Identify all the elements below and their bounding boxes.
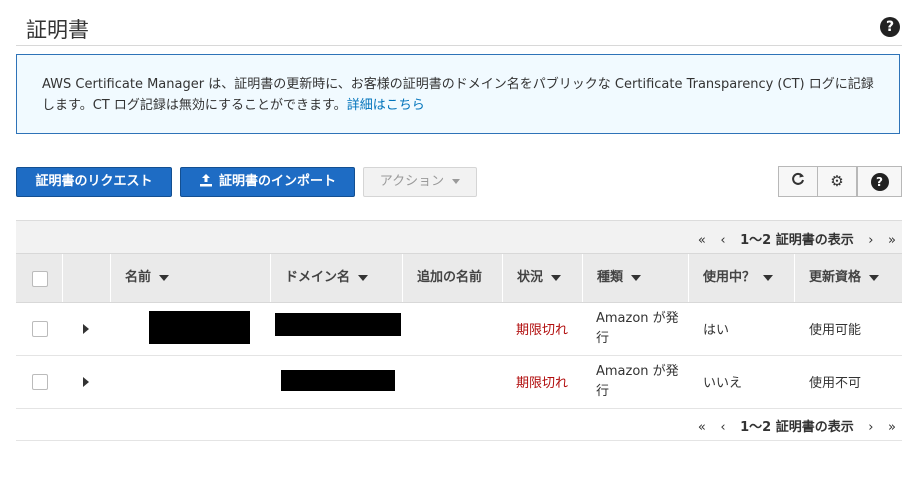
info-text: AWS Certificate Manager は、証明書の更新時に、お客様の証… bbox=[42, 77, 874, 113]
settings-button[interactable]: ⚙ bbox=[817, 166, 857, 197]
first-page-link[interactable]: « bbox=[698, 420, 706, 435]
redacted-domain bbox=[281, 370, 395, 391]
sort-caret-icon bbox=[159, 274, 170, 281]
table-bottom-divider bbox=[16, 440, 902, 441]
column-name[interactable]: 名前 bbox=[110, 254, 270, 302]
table-row[interactable]: 期限切れ Amazon が発行 いいえ 使用不可 bbox=[16, 355, 902, 409]
in-use-label: はい bbox=[703, 323, 730, 338]
expand-column bbox=[62, 254, 110, 302]
info-banner: AWS Certificate Manager は、証明書の更新時に、お客様の証… bbox=[16, 54, 900, 134]
import-certificate-label: 証明書のインポート bbox=[218, 174, 336, 189]
row-checkbox[interactable] bbox=[32, 374, 48, 390]
sort-caret-icon bbox=[358, 274, 369, 281]
redacted-domain bbox=[275, 313, 401, 336]
first-page-link[interactable]: « bbox=[698, 233, 706, 248]
column-in-use[interactable]: 使用中？ bbox=[688, 254, 794, 302]
sort-caret-icon bbox=[551, 274, 562, 281]
gear-icon: ⚙ bbox=[830, 172, 844, 190]
type-label: Amazon が発行 bbox=[596, 311, 679, 346]
table-header: 名前 ドメイン名 追加の名前 状況 種類 使用中？ 更新資格 bbox=[16, 253, 902, 303]
sort-caret-icon bbox=[631, 274, 642, 281]
refresh-button[interactable] bbox=[778, 166, 818, 197]
column-type[interactable]: 種類 bbox=[582, 254, 688, 302]
status-label: 期限切れ bbox=[516, 323, 569, 338]
help-icon[interactable]: ? bbox=[880, 17, 900, 37]
request-certificate-label: 証明書のリクエスト bbox=[35, 174, 153, 189]
redacted-name bbox=[149, 311, 250, 344]
column-status[interactable]: 状況 bbox=[502, 254, 582, 302]
status-label: 期限切れ bbox=[516, 376, 569, 391]
renewal-label: 使用不可 bbox=[809, 376, 862, 391]
prev-page-link[interactable]: ‹ bbox=[720, 420, 725, 435]
row-checkbox[interactable] bbox=[32, 321, 48, 337]
title-divider bbox=[16, 45, 902, 46]
column-domain[interactable]: ドメイン名 bbox=[270, 254, 402, 302]
select-all-checkbox[interactable] bbox=[32, 271, 48, 287]
learn-more-link[interactable]: 詳細はこちら bbox=[347, 98, 425, 113]
page-range-label: 1〜2 証明書の表示 bbox=[740, 420, 854, 435]
in-use-label: いいえ bbox=[703, 376, 743, 391]
pagination-top: « ‹ 1〜2 証明書の表示 › » bbox=[688, 229, 896, 248]
table-row[interactable]: 期限切れ Amazon が発行 はい 使用可能 bbox=[16, 302, 902, 356]
expand-row-icon[interactable] bbox=[83, 324, 89, 334]
page-title: 証明書 bbox=[26, 18, 89, 42]
refresh-icon bbox=[791, 172, 805, 190]
caret-down-icon bbox=[452, 179, 461, 184]
request-certificate-button[interactable]: 証明書のリクエスト bbox=[16, 167, 172, 197]
help-button[interactable]: ? bbox=[857, 166, 902, 197]
last-page-link[interactable]: » bbox=[888, 420, 896, 435]
sort-caret-icon bbox=[763, 274, 774, 281]
column-additional-names: 追加の名前 bbox=[402, 254, 502, 302]
sort-caret-icon bbox=[869, 274, 880, 281]
expand-row-icon[interactable] bbox=[83, 377, 89, 387]
import-certificate-button[interactable]: 証明書のインポート bbox=[180, 167, 355, 197]
type-label: Amazon が発行 bbox=[596, 364, 679, 399]
last-page-link[interactable]: » bbox=[888, 233, 896, 248]
upload-icon bbox=[199, 170, 213, 198]
prev-page-link[interactable]: ‹ bbox=[720, 233, 725, 248]
renewal-label: 使用可能 bbox=[809, 323, 862, 338]
actions-dropdown[interactable]: アクション bbox=[363, 167, 477, 197]
actions-label: アクション bbox=[379, 174, 445, 189]
pagination-bottom: « ‹ 1〜2 証明書の表示 › » bbox=[688, 416, 896, 435]
column-renewal[interactable]: 更新資格 bbox=[794, 254, 902, 302]
next-page-link[interactable]: › bbox=[868, 233, 873, 248]
page-range-label: 1〜2 証明書の表示 bbox=[740, 233, 854, 248]
next-page-link[interactable]: › bbox=[868, 420, 873, 435]
question-circle-icon: ? bbox=[870, 172, 889, 191]
